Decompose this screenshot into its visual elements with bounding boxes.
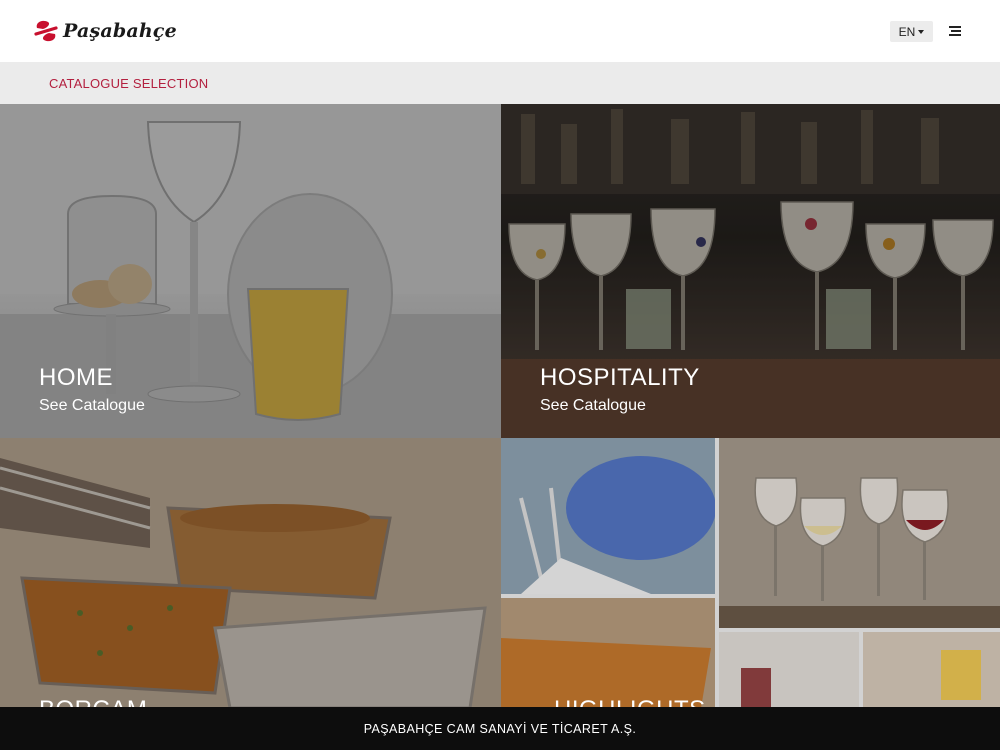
catalogue-selection-bar: CATALOGUE SELECTION [0,62,1000,104]
brand-logo[interactable]: Paşabahçe [33,18,177,44]
language-code: EN [898,24,916,39]
catalogue-tile-home[interactable]: HOME See Catalogue [0,104,501,438]
home-see-catalogue-link[interactable]: See Catalogue [39,397,145,415]
hamburger-menu-icon[interactable] [945,24,961,38]
brand-wordmark: Paşabahçe [63,20,177,42]
catalogue-tile-hospitality[interactable]: HOSPITALITY See Catalogue [501,104,1000,438]
language-selector[interactable]: EN [890,21,933,42]
hospitality-title: HOSPITALITY [540,364,700,391]
pasabahce-logo-mark-icon [34,20,58,42]
home-title: HOME [39,364,113,391]
catalogue-tile-highlights[interactable]: HIGHLIGHTS [501,438,1000,708]
highlights-image-overlay [501,438,1000,708]
footer-bar: PAŞABAHÇE CAM SANAYİ VE TİCARET A.Ş. [0,707,1000,750]
top-navigation-bar: Paşabahçe EN [0,0,1000,62]
catalogue-selection-label: CATALOGUE SELECTION [49,76,209,91]
caret-down-icon [918,30,925,34]
footer-company-name: PAŞABAHÇE CAM SANAYİ VE TİCARET A.Ş. [363,721,637,736]
hospitality-see-catalogue-link[interactable]: See Catalogue [540,397,646,415]
catalogue-tile-borcam[interactable]: BORCAM [0,438,501,708]
borcam-image-overlay [0,438,501,708]
